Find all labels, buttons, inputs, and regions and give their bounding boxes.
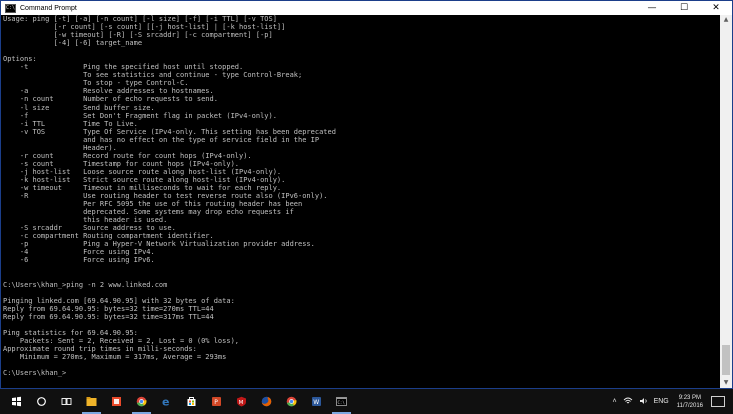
console-line: -w timeout Timeout in milliseconds to wa… (3, 183, 282, 192)
console-line: -t Ping the specified host until stopped… (3, 63, 244, 72)
console-line: -4 Force using IPv4. (3, 248, 155, 257)
console-line: To stop - type Control-C. (3, 79, 189, 88)
svg-text:M: M (239, 400, 244, 406)
system-tray: ˄ ENG 9:23 PM 11/7/2016 (606, 389, 733, 414)
console-line: -r count Record route for count hops (IP… (3, 151, 252, 160)
console-line: this header is used. (3, 216, 168, 225)
console-line: -k host-list Strict source route along h… (3, 175, 286, 184)
powerpoint-icon[interactable]: P (204, 389, 229, 414)
console-line: -f Set Don't Fragment flag in packet (IP… (3, 111, 277, 120)
svg-text:C:\: C:\ (338, 400, 346, 405)
language-indicator[interactable]: ENG (654, 398, 669, 405)
task-view-icon[interactable] (54, 389, 79, 414)
console-line: -l size Send buffer size. (3, 103, 155, 112)
console-line: Per RFC 5095 the use of this routing hea… (3, 200, 303, 209)
console-line: [-w timeout] [-R] [-S srcaddr] [-c compa… (3, 31, 273, 40)
tray-chevron-icon[interactable]: ˄ (612, 398, 616, 405)
window-title: Command Prompt (20, 4, 77, 12)
console-line: [-4] [-6] target_name (3, 39, 143, 48)
console-line: Options: (3, 55, 37, 64)
clock-date: 11/7/2016 (676, 402, 703, 409)
svg-text:W: W (313, 399, 319, 406)
wifi-icon[interactable] (623, 397, 633, 407)
office-icon[interactable] (104, 389, 129, 414)
clock-time: 9:23 PM (678, 394, 702, 401)
firefox-icon[interactable] (254, 389, 279, 414)
console-line: -v TOS Type Of Service (IPv4-only. This … (3, 127, 336, 136)
console-line: -6 Force using IPv6. (3, 256, 155, 265)
chrome-icon[interactable] (129, 389, 154, 414)
close-button[interactable]: ✕ (700, 1, 732, 15)
console-line: -c compartment Routing compartment ident… (3, 232, 214, 241)
command-prompt-window: C:\ Command Prompt — ☐ ✕ Usage: ping [-t… (0, 0, 733, 389)
cmd-window-icon: C:\ (5, 3, 16, 13)
console-line: Pinging linked.com [69.64.90.95] with 32… (3, 296, 235, 305)
start-icon[interactable] (4, 389, 29, 414)
maximize-button[interactable]: ☐ (668, 1, 700, 15)
console-output[interactable]: Usage: ping [-t] [-a] [-n count] [-l siz… (2, 15, 721, 388)
svg-text:e: e (162, 396, 169, 407)
console-line: -a Resolve addresses to hostnames. (3, 87, 214, 96)
console-line: -j host-list Loose source route along ho… (3, 167, 282, 176)
console-line: Reply from 69.64.90.95: bytes=32 time=27… (3, 304, 214, 313)
chrome-alt-icon[interactable] (279, 389, 304, 414)
console-line: Usage: ping [-t] [-a] [-n count] [-l siz… (3, 15, 277, 23)
console-line: Minimum = 270ms, Maximum = 317ms, Averag… (3, 352, 227, 361)
console-line: C:\Users\khan_>ping -n 2 www.linked.com (3, 280, 168, 289)
cortana-icon[interactable] (29, 389, 54, 414)
console-line: -p Ping a Hyper-V Network Virtualization… (3, 240, 315, 249)
console-line: deprecated. Some systems may drop echo r… (3, 208, 294, 217)
svg-text:P: P (214, 399, 218, 406)
volume-icon[interactable] (639, 397, 648, 407)
file-explorer-icon[interactable] (79, 389, 104, 414)
scroll-thumb[interactable] (722, 345, 730, 375)
console-line: [-r count] [-s count] [[-j host-list] | … (3, 23, 286, 32)
scroll-down-arrow-icon[interactable]: ▼ (720, 378, 732, 388)
window-controls: — ☐ ✕ (636, 1, 732, 15)
edge-icon[interactable]: e (154, 389, 179, 414)
cmd-icon[interactable]: C:\ (329, 389, 354, 414)
console-line: To see statistics and continue - type Co… (3, 71, 303, 80)
console-line: -s count Timestamp for count hops (IPv4-… (3, 159, 240, 168)
console-line: Ping statistics for 69.64.90.95: (3, 328, 138, 337)
title-bar[interactable]: C:\ Command Prompt — ☐ ✕ (1, 1, 732, 15)
console-line: and has no effect on the type of service… (3, 135, 320, 144)
word-icon[interactable]: W (304, 389, 329, 414)
console-line: -R Use routing header to test reverse ro… (3, 192, 328, 201)
mcafee-icon[interactable]: M (229, 389, 254, 414)
console-line: Reply from 69.64.90.95: bytes=32 time=31… (3, 312, 214, 321)
action-center-icon[interactable] (711, 396, 725, 407)
console-line: Header). (3, 143, 117, 152)
console-line: Approximate round trip times in milli-se… (3, 344, 197, 353)
taskbar: e P M W C:\ ˄ ENG 9:23 PM 11/7/2016 (0, 389, 733, 414)
console-line: -i TTL Time To Live. (3, 119, 138, 128)
store-icon[interactable] (179, 389, 204, 414)
console-line: -n count Number of echo requests to send… (3, 95, 218, 104)
clock[interactable]: 9:23 PM 11/7/2016 (677, 394, 703, 410)
console-line: C:\Users\khan_> (3, 369, 67, 378)
vertical-scrollbar[interactable]: ▲ ▼ (720, 15, 732, 388)
minimize-button[interactable]: — (636, 1, 668, 15)
taskbar-apps: e P M W C:\ (4, 389, 354, 414)
scroll-up-arrow-icon[interactable]: ▲ (720, 15, 732, 25)
console-line: Packets: Sent = 2, Received = 2, Lost = … (3, 336, 240, 345)
console-line: -S srcaddr Source address to use. (3, 224, 176, 233)
